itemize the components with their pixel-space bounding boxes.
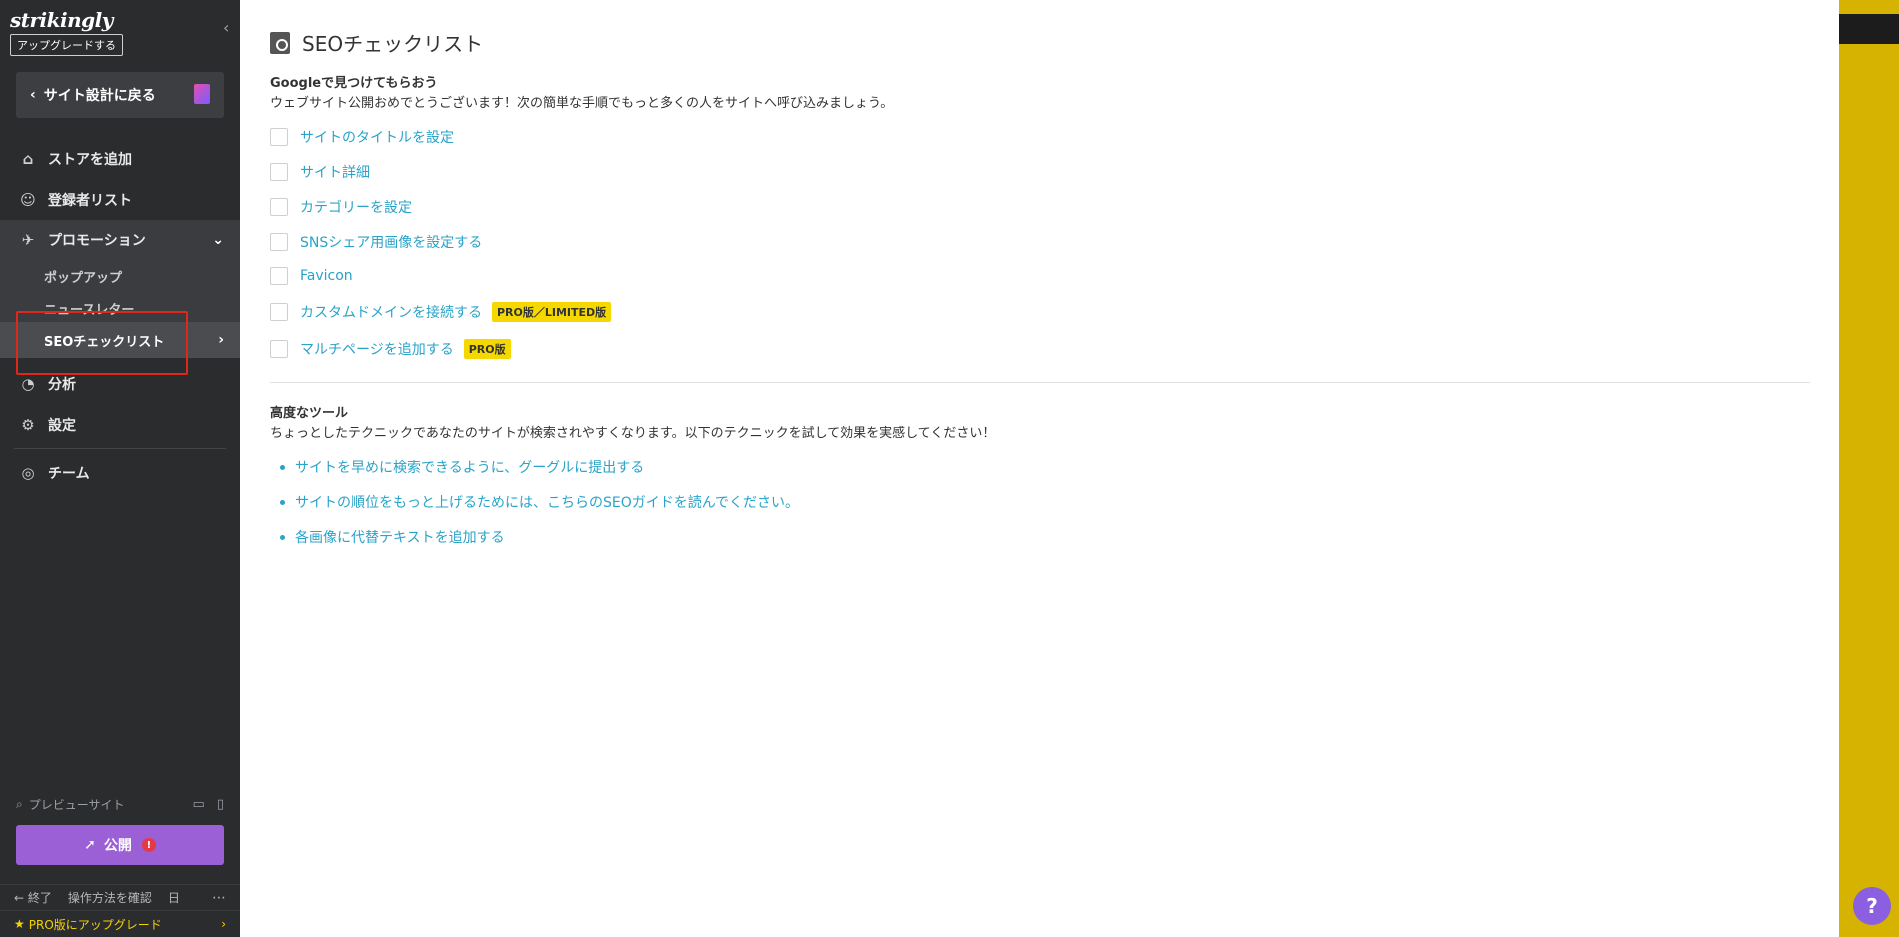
sidebar-item-label: 設定: [48, 418, 76, 434]
checklist-item-custom-domain[interactable]: カスタムドメインを接続する PRO版／LIMITED版: [270, 302, 612, 322]
checklist-item-category[interactable]: カテゴリーを設定: [270, 197, 412, 217]
search-icon: ⌕: [16, 797, 23, 811]
preview-header-bar: [1839, 14, 1899, 44]
store-icon: ⌂: [22, 150, 34, 168]
checklist-link[interactable]: マルチページを追加する: [300, 339, 454, 359]
upgrade-button[interactable]: アップグレードする: [10, 34, 123, 56]
pro-limited-badge: PRO版／LIMITED版: [492, 302, 612, 322]
chevron-right-icon: ›: [221, 917, 226, 931]
checklist-item-site-details[interactable]: サイト詳細: [270, 162, 370, 182]
page-title-text: SEOチェックリスト: [302, 32, 484, 56]
checklist-link[interactable]: サイト詳細: [300, 162, 370, 182]
gear-icon: ⚙: [21, 416, 35, 434]
site-preview-strip: [1839, 0, 1899, 937]
checkbox[interactable]: [270, 340, 288, 358]
team-icon: ◎: [21, 464, 35, 482]
pro-upgrade-label: PRO版にアップグレード: [28, 917, 162, 932]
divider: [14, 448, 226, 449]
advanced-link-label[interactable]: 各画像に代替テキストを追加する: [295, 527, 505, 547]
desktop-icon[interactable]: ▭: [193, 797, 205, 812]
checkbox[interactable]: [270, 163, 288, 181]
checklist-item-site-title[interactable]: サイトのタイトルを設定: [270, 127, 454, 147]
checklist-link[interactable]: SNSシェア用画像を設定する: [300, 232, 482, 252]
advanced-link-label[interactable]: サイトを早めに検索できるように、グーグルに提出する: [295, 457, 644, 477]
sidebar-item-team[interactable]: ◎ チーム: [0, 453, 240, 493]
checklist-link[interactable]: カテゴリーを設定: [300, 197, 412, 217]
sidebar-item-label: チーム: [48, 466, 90, 482]
device-toggle: ▭ ▯: [193, 797, 224, 812]
mobile-icon[interactable]: ▯: [217, 797, 224, 812]
page-title: SEOチェックリスト: [270, 28, 483, 57]
advanced-section-desc: ちょっとしたテクニックであなたのサイトが検索されやすくなります。以下のテクニック…: [270, 426, 996, 441]
preview-site-label: プレビューサイト: [28, 798, 125, 812]
chevron-right-icon: ›: [218, 332, 224, 348]
sidebar-item-label: 登録者リスト: [48, 193, 132, 209]
advanced-link-submit-google[interactable]: サイトを早めに検索できるように、グーグルに提出する: [280, 457, 644, 477]
alert-icon: !: [141, 838, 156, 852]
sidebar-item-settings[interactable]: ⚙ 設定: [0, 405, 240, 445]
sidebar-item-subscribers[interactable]: ☺ 登録者リスト: [0, 180, 240, 220]
sidebar-item-label: 分析: [48, 377, 76, 393]
preview-site-row[interactable]: ⌕ プレビューサイト ▭ ▯: [16, 796, 224, 813]
section-divider: [270, 382, 1810, 383]
bullet: [280, 464, 285, 470]
sidebar-subitem-label: ポップアップ: [44, 270, 123, 286]
sidebar-item-label: ストアを追加: [48, 152, 132, 168]
sidebar-footer: ← 終了 操作方法を確認 日 ⋯: [0, 884, 240, 910]
advanced-section-title: 高度なツール: [270, 406, 349, 421]
exit-label: 終了: [27, 891, 52, 905]
sidebar-item-analytics[interactable]: ◔ 分析: [0, 364, 240, 404]
checklist-item-multipage[interactable]: マルチページを追加する PRO版: [270, 339, 511, 359]
checklist-link[interactable]: サイトのタイトルを設定: [300, 127, 454, 147]
collapse-sidebar-icon[interactable]: ‹: [223, 18, 229, 37]
checkbox[interactable]: [270, 267, 288, 285]
page-file-icon: [194, 84, 210, 104]
brand: strikingly アップグレードする: [10, 8, 123, 56]
checklist-item-favicon[interactable]: Favicon: [270, 267, 353, 285]
seo-search-icon: [270, 31, 290, 54]
publish-button[interactable]: ➚ 公開 !: [16, 825, 224, 865]
back-to-editor-button[interactable]: ‹ サイト設計に戻る: [16, 72, 224, 118]
checklist-link[interactable]: Favicon: [300, 268, 353, 284]
star-icon: ★: [14, 917, 25, 931]
main-content: SEOチェックリスト Googleで見つけてもらおう ウェブサイト公開おめでとう…: [240, 0, 1839, 937]
checkbox[interactable]: [270, 303, 288, 321]
rocket-icon: ➚: [84, 837, 96, 853]
strikingly-logo: strikingly: [10, 8, 113, 32]
bullet: [280, 534, 285, 540]
google-section-desc: ウェブサイト公開おめでとうございます！次の簡単な手順でもっと多くの人をサイトへ呼…: [270, 96, 894, 111]
sidebar-item-promotion[interactable]: ✈ プロモーション ⌄: [0, 220, 240, 260]
pro-badge: PRO版: [463, 339, 511, 359]
pro-upgrade-bar[interactable]: ★ PRO版にアップグレード ›: [0, 910, 240, 937]
guide-link[interactable]: 操作方法を確認: [68, 889, 152, 906]
users-icon: ☺: [20, 191, 36, 209]
sidebar-item-label: プロモーション: [48, 233, 146, 249]
exit-link[interactable]: ← 終了: [14, 889, 52, 906]
help-button[interactable]: ?: [1853, 887, 1891, 925]
sidebar: strikingly アップグレードする ‹ ‹ サイト設計に戻る ⌂ ストアを…: [0, 0, 240, 937]
language-link[interactable]: 日: [168, 889, 180, 906]
analytics-icon: ◔: [21, 375, 35, 393]
megaphone-icon: ✈: [21, 231, 35, 249]
checkbox[interactable]: [270, 198, 288, 216]
back-to-editor-label: サイト設計に戻る: [43, 88, 156, 104]
checkbox[interactable]: [270, 233, 288, 251]
advanced-link-label[interactable]: サイトの順位をもっと上げるためには、こちらのSEOガイドを読んでください。: [295, 492, 799, 512]
advanced-link-seo-guide[interactable]: サイトの順位をもっと上げるためには、こちらのSEOガイドを読んでください。: [280, 492, 799, 512]
checklist-link[interactable]: カスタムドメインを接続する: [300, 302, 482, 322]
sidebar-subitem-popup[interactable]: ポップアップ: [0, 260, 240, 292]
advanced-link-alt-text[interactable]: 各画像に代替テキストを追加する: [280, 527, 505, 547]
chevron-down-icon: ⌄: [212, 232, 224, 248]
bullet: [280, 499, 285, 505]
checklist-item-sns-image[interactable]: SNSシェア用画像を設定する: [270, 232, 482, 252]
chevron-left-icon: ‹: [30, 87, 36, 103]
sidebar-item-add-store[interactable]: ⌂ ストアを追加: [0, 139, 240, 179]
publish-label: 公開: [103, 838, 132, 854]
checkbox[interactable]: [270, 128, 288, 146]
google-section-title: Googleで見つけてもらおう: [270, 76, 438, 91]
more-icon[interactable]: ⋯: [212, 890, 226, 906]
